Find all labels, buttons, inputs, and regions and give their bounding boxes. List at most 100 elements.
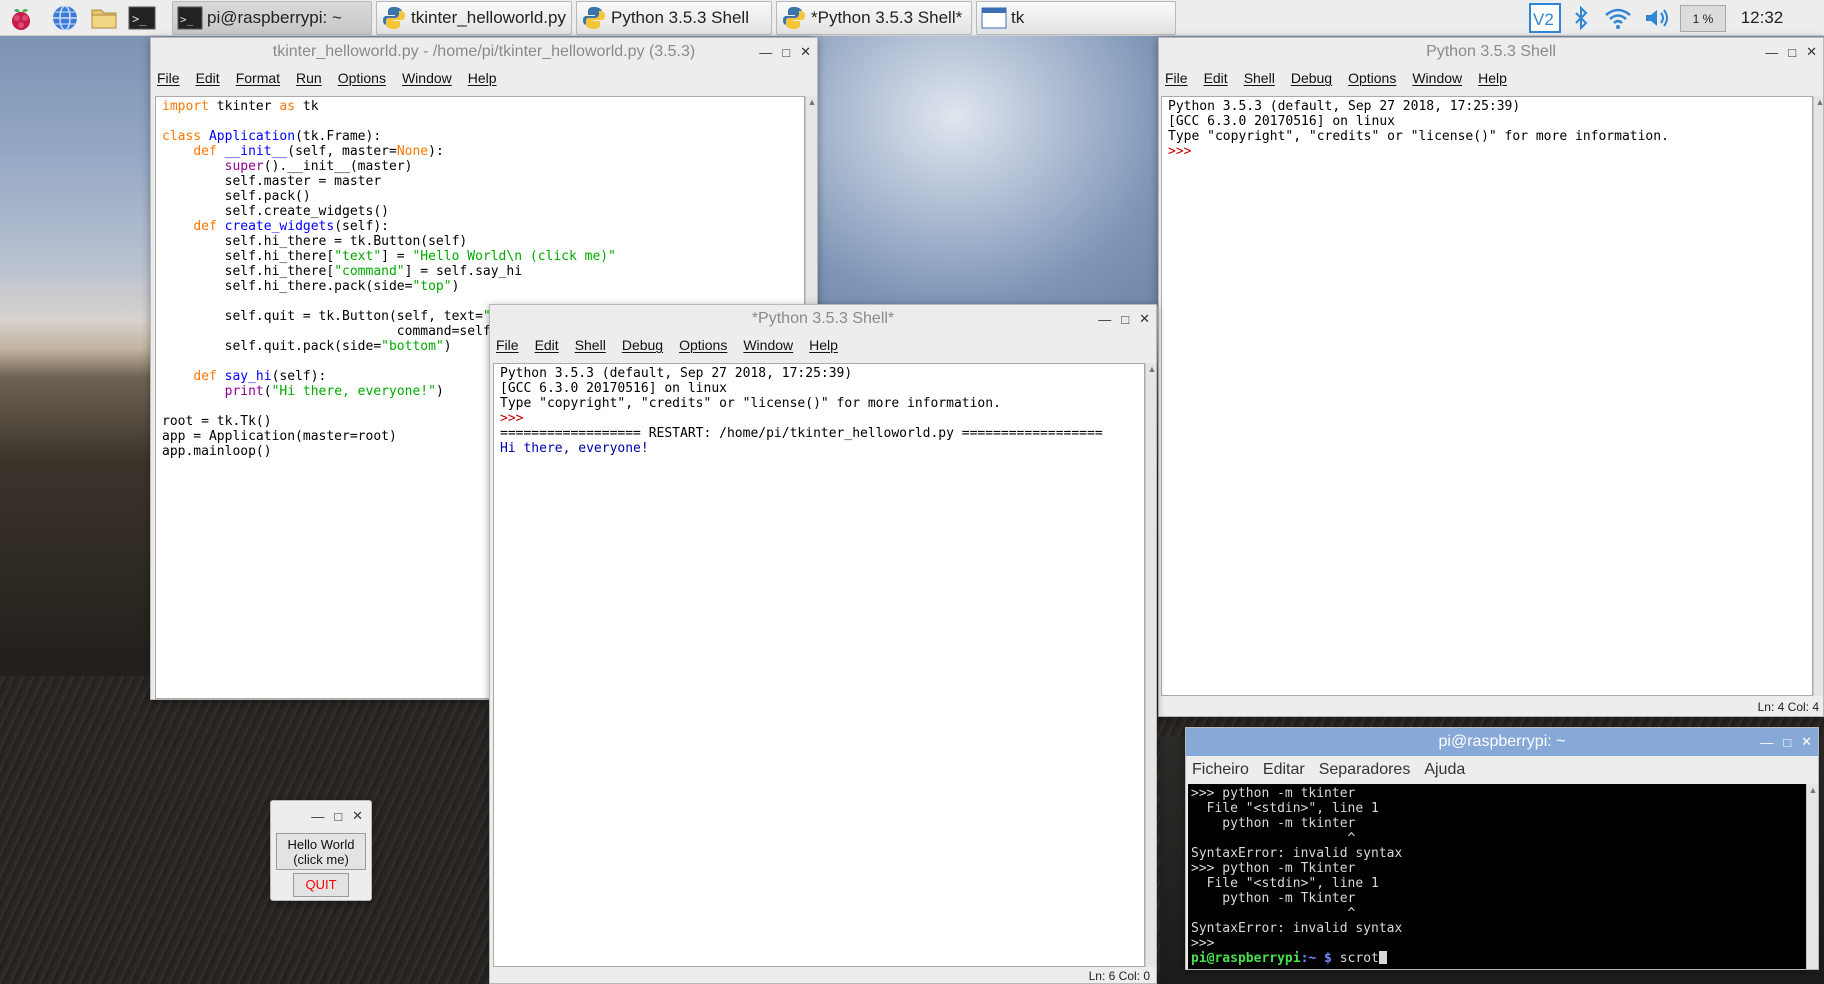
- shell-titlebar[interactable]: *Python 3.5.3 Shell* — □ ✕: [490, 305, 1156, 333]
- python-icon: [583, 7, 605, 29]
- menu-format[interactable]: Format: [236, 70, 280, 86]
- shell-scrollbar[interactable]: ▲: [1813, 96, 1823, 696]
- raspberry-menu-icon[interactable]: [6, 3, 36, 33]
- hello-world-button[interactable]: Hello World (click me): [276, 833, 366, 870]
- code-line: root = tk.Tk(): [162, 414, 272, 429]
- minimize-icon[interactable]: —: [1098, 312, 1111, 327]
- terminal-line: python -m tkinter: [1191, 816, 1356, 831]
- task-python-shell-modified[interactable]: *Python 3.5.3 Shell*: [776, 1, 972, 35]
- prompt-path: :~ $: [1300, 951, 1340, 966]
- menu-options[interactable]: Options: [338, 70, 386, 86]
- menu-file[interactable]: File: [157, 70, 180, 86]
- menu-window[interactable]: Window: [1412, 70, 1462, 86]
- wifi-icon[interactable]: [1603, 2, 1633, 34]
- clock[interactable]: 12:32: [1734, 2, 1790, 34]
- scroll-up-icon[interactable]: ▲: [1807, 784, 1818, 796]
- task-label: tk: [1011, 8, 1025, 27]
- quit-button[interactable]: QUIT: [293, 873, 349, 897]
- menu-edit[interactable]: Edit: [535, 337, 559, 353]
- code-line: app = Application(master=root): [162, 429, 397, 444]
- shell-menubar: File Edit Shell Debug Options Window Hel…: [490, 333, 1156, 357]
- shell-scrollbar[interactable]: ▲: [1145, 363, 1156, 967]
- code-line: self.quit.pack(side="bottom"): [162, 339, 452, 354]
- menu-separadores[interactable]: Separadores: [1319, 761, 1411, 779]
- code-line: self.hi_there["text"] = "Hello World\n (…: [162, 249, 616, 264]
- window-title: tkinter_helloworld.py - /home/pi/tkinter…: [272, 43, 696, 60]
- terminal-menubar: Ficheiro Editar Separadores Ajuda: [1186, 756, 1818, 784]
- close-icon[interactable]: ✕: [1806, 44, 1817, 60]
- minimize-icon[interactable]: —: [1760, 735, 1773, 750]
- tk-titlebar[interactable]: — □ ✕: [271, 801, 371, 831]
- menu-window[interactable]: Window: [402, 70, 452, 86]
- cpu-usage-label: 1 %: [1692, 11, 1714, 26]
- task-label: *Python 3.5.3 Shell*: [811, 8, 963, 27]
- code-line: app.mainloop(): [162, 444, 272, 459]
- scroll-up-icon[interactable]: ▲: [806, 96, 817, 108]
- menu-debug[interactable]: Debug: [622, 337, 663, 353]
- menu-editar[interactable]: Editar: [1263, 761, 1305, 779]
- file-manager-icon[interactable]: [89, 3, 119, 33]
- terminal-titlebar[interactable]: pi@raspberrypi: ~ — □ ✕: [1186, 728, 1818, 756]
- minimize-icon[interactable]: —: [311, 809, 324, 824]
- menu-shell[interactable]: Shell: [1244, 70, 1275, 86]
- terminal-line: ^: [1191, 831, 1356, 846]
- task-tk[interactable]: tk: [976, 1, 1176, 35]
- menu-file[interactable]: File: [1165, 70, 1188, 86]
- menu-shell[interactable]: Shell: [575, 337, 606, 353]
- menu-file[interactable]: File: [496, 337, 519, 353]
- menu-edit[interactable]: Edit: [196, 70, 220, 86]
- menu-debug[interactable]: Debug: [1291, 70, 1332, 86]
- close-icon[interactable]: ✕: [1139, 311, 1150, 327]
- menu-ajuda[interactable]: Ajuda: [1424, 761, 1465, 779]
- terminal-launcher-icon[interactable]: >_: [127, 3, 157, 33]
- maximize-icon[interactable]: □: [782, 45, 790, 60]
- scroll-up-icon[interactable]: ▲: [1814, 96, 1823, 108]
- python-shell-modified-window: *Python 3.5.3 Shell* — □ ✕ File Edit She…: [489, 304, 1157, 984]
- close-icon[interactable]: ✕: [800, 44, 811, 60]
- terminal-output[interactable]: >>> python -m tkinter File "<stdin>", li…: [1188, 784, 1806, 969]
- scroll-up-icon[interactable]: ▲: [1146, 363, 1156, 375]
- terminal-line: File "<stdin>", line 1: [1191, 876, 1379, 891]
- shell-text-area[interactable]: Python 3.5.3 (default, Sep 27 2018, 17:2…: [1161, 96, 1813, 696]
- vnc-icon[interactable]: V2: [1528, 2, 1562, 34]
- editor-menubar: File Edit Format Run Options Window Help: [151, 66, 817, 90]
- menu-help[interactable]: Help: [1478, 70, 1507, 86]
- maximize-icon[interactable]: □: [1788, 45, 1796, 60]
- shell-status: Ln: 6 Col: 0: [1088, 969, 1150, 983]
- minimize-icon[interactable]: —: [1765, 45, 1778, 60]
- menu-options[interactable]: Options: [679, 337, 727, 353]
- close-icon[interactable]: ✕: [352, 808, 363, 824]
- window-title: pi@raspberrypi: ~: [1438, 733, 1566, 750]
- python-icon: [783, 7, 805, 29]
- shell-text-area[interactable]: Python 3.5.3 (default, Sep 27 2018, 17:2…: [493, 363, 1145, 967]
- terminal-scrollbar[interactable]: ▲: [1806, 784, 1818, 969]
- maximize-icon[interactable]: □: [1121, 312, 1129, 327]
- maximize-icon[interactable]: □: [1783, 735, 1791, 750]
- minimize-icon[interactable]: —: [759, 45, 772, 60]
- menu-run[interactable]: Run: [296, 70, 322, 86]
- terminal-line: File "<stdin>", line 1: [1191, 801, 1379, 816]
- menu-options[interactable]: Options: [1348, 70, 1396, 86]
- task-terminal[interactable]: >_ pi@raspberrypi: ~: [172, 1, 372, 35]
- menu-window[interactable]: Window: [743, 337, 793, 353]
- menu-edit[interactable]: Edit: [1204, 70, 1228, 86]
- menu-ficheiro[interactable]: Ficheiro: [1192, 761, 1249, 779]
- shell-line: Type "copyright", "credits" or "license(…: [500, 396, 1001, 411]
- shell-titlebar[interactable]: Python 3.5.3 Shell — □ ✕: [1159, 38, 1823, 66]
- window-icon: [981, 7, 1007, 29]
- editor-titlebar[interactable]: tkinter_helloworld.py - /home/pi/tkinter…: [151, 38, 817, 66]
- bluetooth-icon[interactable]: [1568, 2, 1594, 34]
- volume-icon[interactable]: [1642, 2, 1672, 34]
- maximize-icon[interactable]: □: [334, 809, 342, 824]
- task-label: pi@raspberrypi: ~: [207, 8, 342, 27]
- python-shell-window: Python 3.5.3 Shell — □ ✕ File Edit Shell…: [1158, 37, 1824, 717]
- menu-help[interactable]: Help: [468, 70, 497, 86]
- task-python-shell[interactable]: Python 3.5.3 Shell: [576, 1, 772, 35]
- cpu-monitor[interactable]: 1 %: [1680, 5, 1726, 32]
- close-icon[interactable]: ✕: [1801, 734, 1812, 750]
- task-editor[interactable]: tkinter_helloworld.py ...: [376, 1, 572, 35]
- web-browser-icon[interactable]: [50, 3, 80, 33]
- menu-help[interactable]: Help: [809, 337, 838, 353]
- svg-text:>_: >_: [180, 13, 194, 26]
- shell-line: Type "copyright", "credits" or "license(…: [1168, 129, 1669, 144]
